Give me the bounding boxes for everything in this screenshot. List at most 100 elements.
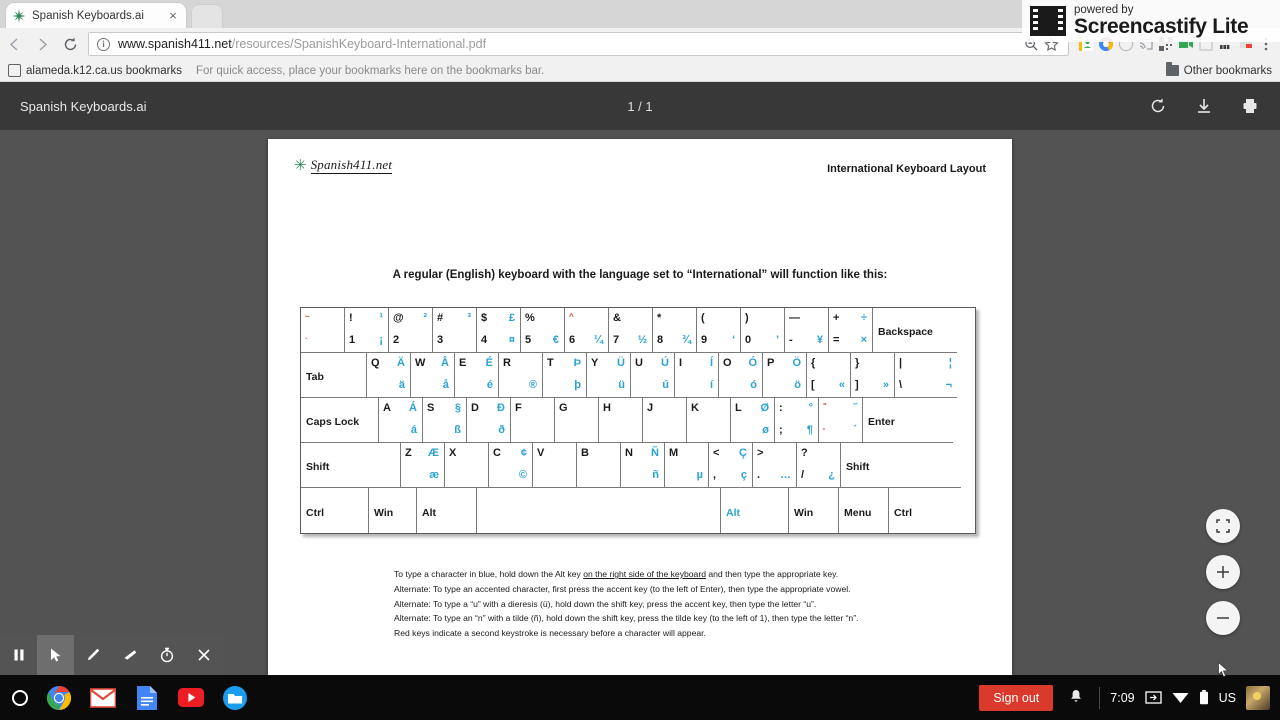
key-legend-tr: Ñ bbox=[651, 447, 659, 459]
key-legend-br: ‘ bbox=[731, 334, 735, 346]
key-2: @ ² 2 bbox=[389, 308, 433, 353]
key-label: Win bbox=[794, 507, 814, 519]
url-path: /resources/SpanishKeyboard-International… bbox=[231, 37, 487, 51]
new-tab-button[interactable] bbox=[192, 5, 222, 28]
key-legend-tr: Ð bbox=[497, 402, 505, 414]
timer-button[interactable] bbox=[148, 635, 185, 675]
key-legend-tl: R bbox=[503, 357, 511, 369]
forward-button[interactable] bbox=[28, 30, 56, 58]
key-z: Z Ææ bbox=[401, 443, 445, 488]
key-legend-tr: Í bbox=[709, 357, 713, 369]
key-legend-tr: ° bbox=[808, 402, 813, 414]
key-b: B bbox=[577, 443, 621, 488]
key-legend-br: þ bbox=[574, 379, 581, 391]
key-legend-tl: % bbox=[525, 312, 535, 324]
rotate-icon[interactable] bbox=[1148, 96, 1168, 116]
key-legend-tl: > bbox=[757, 447, 764, 459]
files-icon[interactable] bbox=[222, 685, 248, 711]
key-s: S § ß bbox=[423, 398, 467, 443]
pen-tool[interactable] bbox=[74, 635, 111, 675]
back-button[interactable] bbox=[0, 30, 28, 58]
bookmark-item[interactable]: alameda.k12.ca.us bookmarks bbox=[8, 64, 182, 77]
download-icon[interactable] bbox=[1194, 96, 1214, 116]
shelf-apps bbox=[0, 685, 248, 711]
docs-icon[interactable] bbox=[134, 685, 160, 711]
address-bar[interactable]: i www.spanish411.net/resources/SpanishKe… bbox=[88, 32, 1069, 56]
key-legend-br: ð bbox=[498, 424, 505, 436]
chrome-icon[interactable] bbox=[46, 685, 72, 711]
site-info-icon[interactable]: i bbox=[97, 37, 110, 51]
key-u: U Úú bbox=[631, 353, 675, 398]
clock[interactable]: 7:09 bbox=[1110, 691, 1134, 705]
key-legend-tl: ~ bbox=[305, 312, 310, 321]
eraser-tool[interactable] bbox=[111, 635, 148, 675]
zoom-in-icon[interactable] bbox=[1206, 555, 1240, 589]
key-legend-tr: ¦ bbox=[948, 357, 952, 369]
key-e: E Éé bbox=[455, 353, 499, 398]
close-button[interactable] bbox=[185, 635, 222, 675]
document-notes: To type a character in blue, hold down t… bbox=[394, 567, 992, 641]
key-d: D Ðð bbox=[467, 398, 511, 443]
key-legend-tl: C bbox=[493, 447, 501, 459]
pdf-page: ✳ Spanish411.net International Keyboard … bbox=[268, 139, 1012, 675]
bell-icon[interactable] bbox=[1063, 689, 1089, 707]
key-k: K bbox=[687, 398, 731, 443]
key-legend-tl: D bbox=[471, 402, 479, 414]
key-legend-tl: V bbox=[537, 447, 545, 459]
note-line: Red keys indicate a second keystroke is … bbox=[394, 628, 706, 639]
key-legend-tl: P bbox=[767, 357, 775, 369]
print-icon[interactable] bbox=[1240, 96, 1260, 116]
key-legend-br: ú bbox=[662, 379, 669, 391]
key-legend-bl: 7 bbox=[613, 334, 620, 346]
key-legend-tl: : bbox=[779, 402, 783, 414]
key-enter: Enter bbox=[863, 398, 953, 443]
note-line: To type a character in blue, hold down t… bbox=[394, 569, 839, 579]
key-legend-br: ´ bbox=[853, 424, 857, 436]
tab-close-icon[interactable]: × bbox=[166, 9, 180, 23]
key-legend-tl: M bbox=[669, 447, 679, 459]
key-legend-br: » bbox=[882, 379, 889, 391]
key-legend-tr: Å bbox=[441, 357, 449, 369]
key-legend-tr: É bbox=[485, 357, 493, 369]
sign-out-button[interactable]: Sign out bbox=[979, 684, 1054, 711]
logo-text: Spanish411.net bbox=[310, 157, 393, 174]
key-label: Shift bbox=[306, 461, 330, 473]
fit-icon[interactable] bbox=[1206, 509, 1240, 543]
pointer-tool[interactable] bbox=[37, 635, 74, 675]
key-legend-tl: & bbox=[613, 312, 621, 324]
key-legend-tl: K bbox=[691, 402, 699, 414]
document-header: ✳ Spanish411.net International Keyboard … bbox=[294, 157, 986, 175]
zoom-out-icon[interactable] bbox=[1206, 601, 1240, 635]
gmail-icon[interactable] bbox=[90, 685, 116, 711]
browser-tab[interactable]: Spanish Keyboards.ai × bbox=[6, 3, 186, 28]
pdf-zoom-controls bbox=[1206, 509, 1240, 635]
key-legend-br: ¼ bbox=[593, 334, 603, 346]
wifi-icon[interactable] bbox=[1172, 691, 1189, 704]
key-legend-tl: < bbox=[713, 447, 720, 459]
youtube-icon[interactable] bbox=[178, 685, 204, 711]
key-legend-tl: # bbox=[437, 312, 444, 324]
key-: " ˝ ' ´ bbox=[819, 398, 863, 443]
green-star-icon bbox=[12, 9, 26, 23]
user-avatar[interactable] bbox=[1246, 685, 1270, 710]
key-legend-tr: ÷ bbox=[860, 312, 867, 324]
key-legend-br: ½ bbox=[637, 334, 647, 346]
keyboard-row: Shift Z Ææ X C ¢ © V B N Ññ Mµ < Ç, ç >.…? / ¿ Shift bbox=[301, 443, 975, 488]
key-legend-tr: ³ bbox=[467, 312, 471, 324]
reload-button[interactable] bbox=[56, 30, 84, 58]
pause-button[interactable] bbox=[0, 635, 37, 675]
key-a: A Áá bbox=[379, 398, 423, 443]
chromeos-shelf: Sign out 7:09 US bbox=[0, 675, 1280, 720]
key-legend-tl: E bbox=[459, 357, 467, 369]
other-bookmarks-button[interactable]: Other bookmarks bbox=[1165, 62, 1272, 77]
key-legend-tl: O bbox=[723, 357, 732, 369]
key-legend-br: µ bbox=[696, 469, 703, 481]
locale-indicator[interactable]: US bbox=[1219, 691, 1236, 705]
key-legend-tl: + bbox=[833, 312, 840, 324]
key-legend-br: á bbox=[410, 424, 417, 436]
key-c: C ¢ © bbox=[489, 443, 533, 488]
screen-capture-icon[interactable] bbox=[1144, 691, 1162, 704]
battery-icon[interactable] bbox=[1199, 690, 1209, 705]
key-shift: Shift bbox=[301, 443, 401, 488]
launcher-icon[interactable] bbox=[12, 689, 28, 706]
